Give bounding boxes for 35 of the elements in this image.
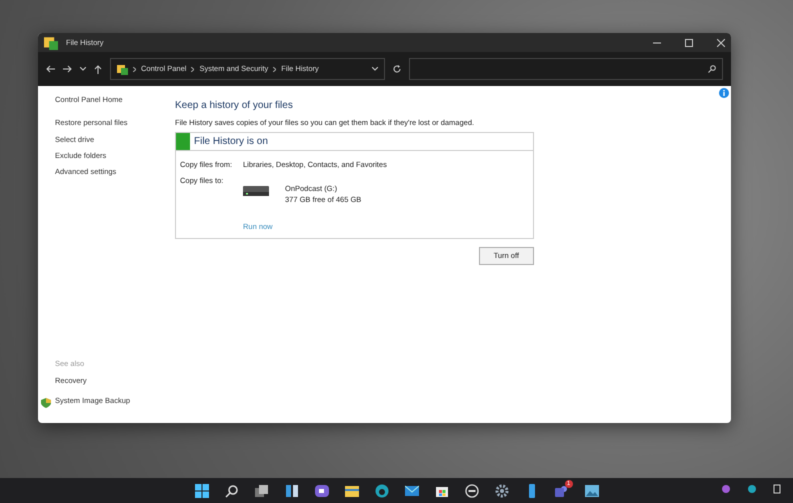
tray-app-icon[interactable] [721,484,731,494]
back-arrow-icon[interactable] [46,65,55,73]
chevron-right-icon [273,66,276,72]
up-arrow-icon[interactable] [94,64,102,74]
chevron-down-icon[interactable] [80,67,86,71]
settings-icon[interactable] [494,484,508,498]
tray-cloud-icon[interactable] [747,484,757,494]
maximize-icon[interactable] [685,38,693,46]
search-icon[interactable] [224,484,238,498]
page-heading: Keep a history of your files [175,99,294,113]
chat-icon[interactable] [554,484,568,498]
close-icon[interactable] [717,38,725,46]
refresh-icon[interactable] [393,65,401,73]
file-history-icon [44,36,58,50]
status-title: File History is on [193,135,268,150]
shield-icon [41,398,51,408]
notification-icon[interactable] [773,484,781,494]
chevron-down-icon[interactable] [372,67,378,71]
mail-icon[interactable] [404,484,418,498]
chevron-right-icon [191,66,194,72]
video-chat-icon[interactable] [314,484,328,498]
widgets-icon[interactable] [284,484,298,498]
chevron-right-icon [133,66,136,72]
file-history-icon [117,64,128,74]
start-icon[interactable] [194,484,208,498]
browser-icon[interactable] [374,484,388,498]
search-icon [708,65,716,73]
forward-arrow-icon[interactable] [63,65,72,73]
task-view-icon[interactable] [254,484,268,498]
search-field[interactable] [409,58,723,80]
drive-icon [243,186,269,196]
help-icon[interactable] [719,88,729,98]
circle-logo-icon[interactable] [464,484,478,498]
picture-icon[interactable] [584,484,598,498]
folder-icon[interactable] [344,484,358,498]
